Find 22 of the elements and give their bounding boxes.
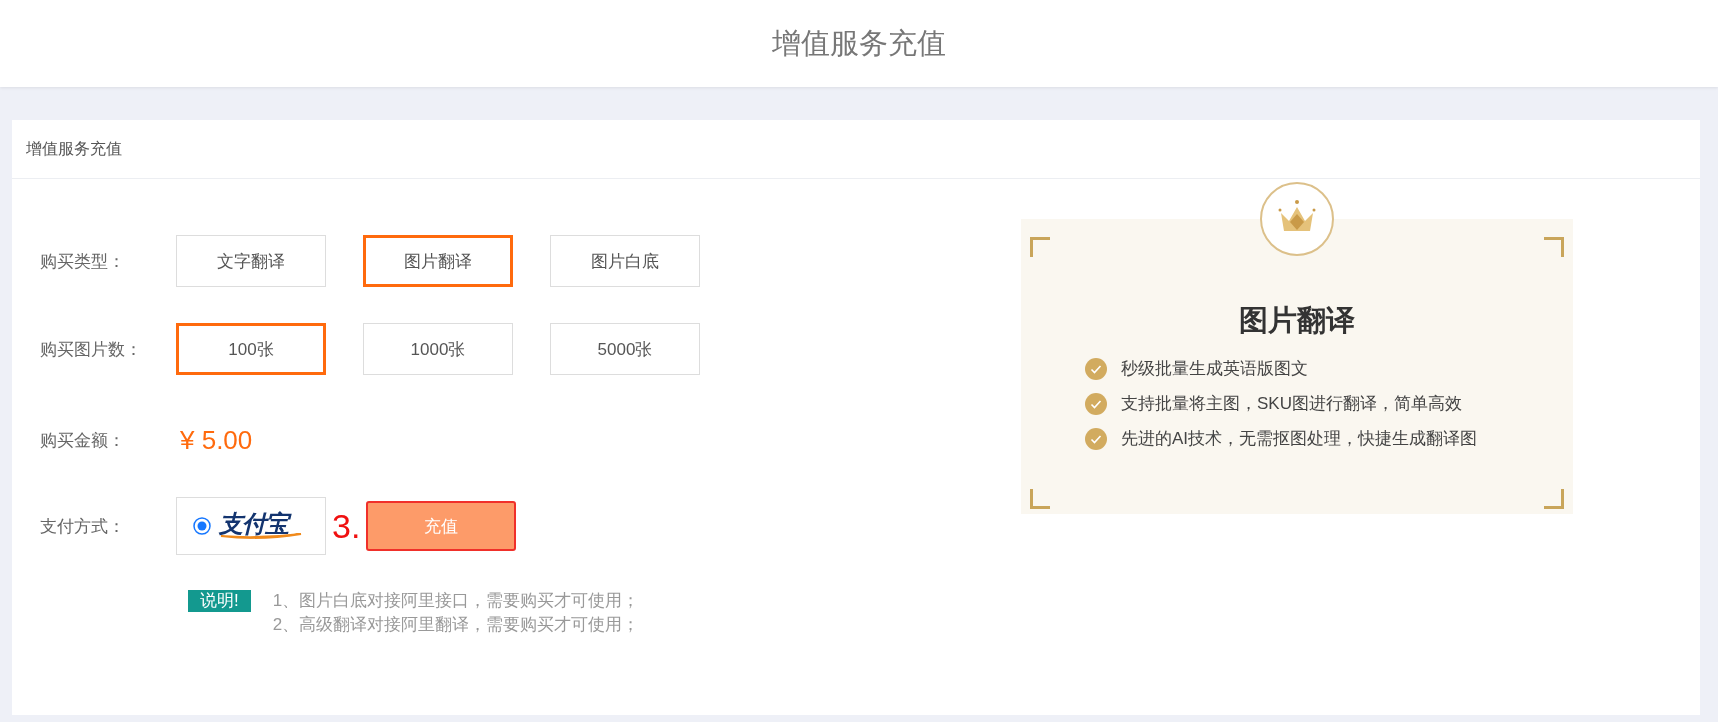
- option-button[interactable]: 1000张: [363, 323, 513, 375]
- feature-title: 图片翻译: [1239, 303, 1355, 338]
- payment-option[interactable]: 支付宝: [176, 497, 326, 555]
- feature-text: 支持批量将主图，SKU图进行翻译，简单高效: [1121, 393, 1462, 415]
- note-text: 2、高级翻译对接阿里翻译，需要购买才可使用；: [272, 614, 640, 636]
- option-button[interactable]: 5000张: [550, 323, 700, 375]
- field-label: 购买金额：: [40, 429, 126, 452]
- option-button[interactable]: 图片翻译: [363, 235, 513, 287]
- note-badge: 说明!: [188, 590, 251, 612]
- note-text: 1、图片白底对接阿里接口，需要购买才可使用；: [272, 590, 640, 612]
- price-text: ¥ 5.00: [180, 424, 253, 456]
- option-button[interactable]: 图片白底: [550, 235, 700, 287]
- field-label: 购买类型：: [40, 250, 126, 273]
- field-label: 支付方式：: [40, 515, 126, 538]
- option-button[interactable]: 100张: [176, 323, 326, 375]
- option-button[interactable]: 文字翻译: [176, 235, 326, 287]
- panel-title: 增值服务充值: [26, 138, 122, 159]
- field-label: 购买图片数：: [40, 338, 143, 361]
- feature-text: 秒级批量生成英语版图文: [1121, 358, 1308, 380]
- page-title: 增值服务充值: [772, 25, 946, 61]
- step-annotation: 3.: [332, 506, 362, 546]
- feature-text: 先进的AI技术，无需抠图处理，快捷生成翻译图: [1121, 428, 1478, 450]
